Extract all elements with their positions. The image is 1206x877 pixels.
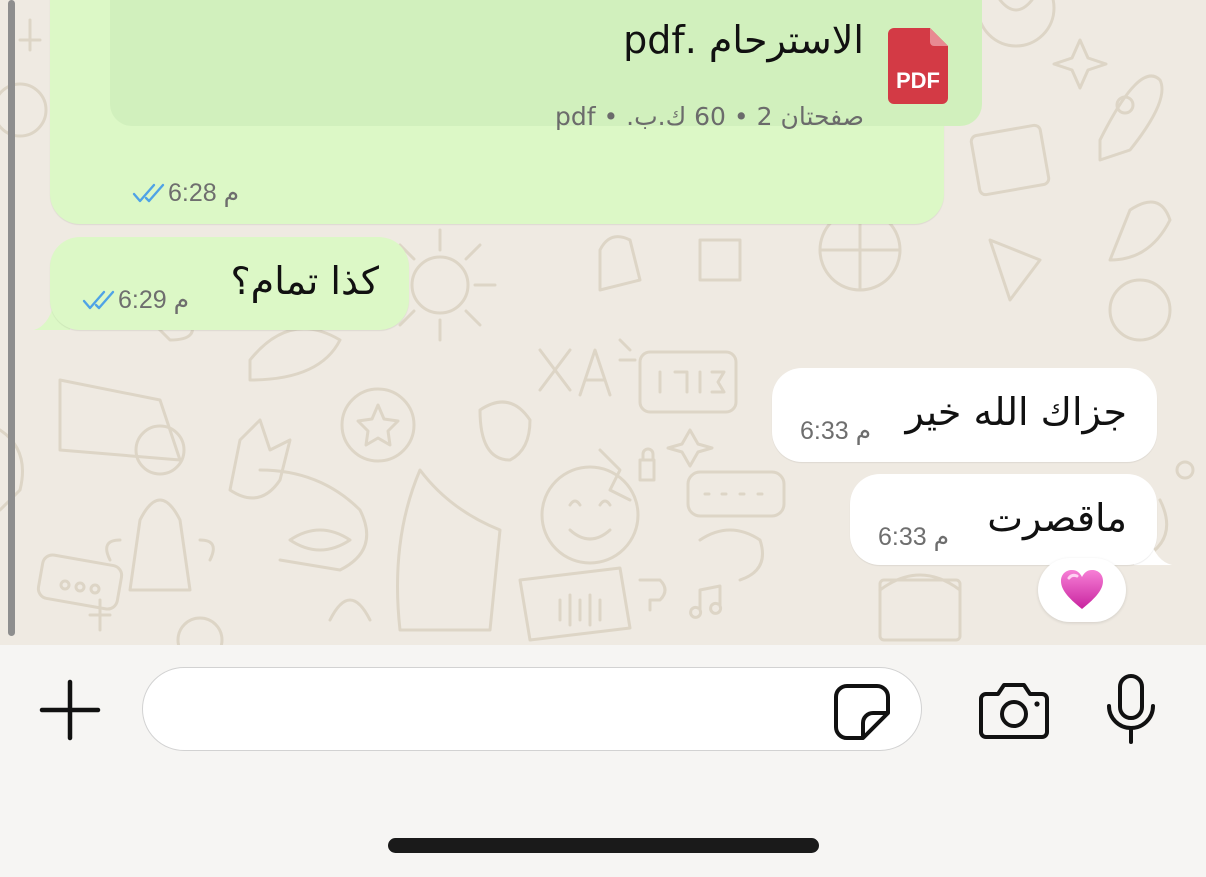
chat-area[interactable]: الاسترحام .pdf صفحتان 2 • 60 ك.ب. • pdf …: [0, 0, 1206, 645]
message-time: 6:33 م: [878, 523, 950, 551]
message-bubble-text[interactable]: كذا تمام؟ 6:29 م: [50, 237, 409, 330]
message-bubble-text[interactable]: ماقصرت 6:33 م: [850, 474, 1157, 565]
camera-icon: [979, 683, 1049, 739]
message-time: 6:28 م: [168, 179, 240, 207]
sticker-icon: [834, 684, 890, 740]
message-text: كذا تمام؟: [230, 259, 380, 303]
microphone-icon: [1107, 674, 1155, 744]
camera-button[interactable]: [978, 682, 1050, 740]
document-file-name: الاسترحام .pdf: [623, 18, 864, 62]
message-reaction[interactable]: [1038, 558, 1126, 622]
heart-reaction-icon: [1061, 570, 1103, 609]
sticker-button[interactable]: [833, 683, 891, 741]
scroll-indicator[interactable]: [8, 0, 15, 636]
voice-record-button[interactable]: [1104, 674, 1158, 746]
document-card[interactable]: الاسترحام .pdf صفحتان 2 • 60 ك.ب. • pdf …: [110, 0, 982, 131]
message-input-field[interactable]: [142, 667, 922, 752]
message-text: ماقصرت: [987, 496, 1127, 540]
message-bubble-document[interactable]: الاسترحام .pdf صفحتان 2 • 60 ك.ب. • pdf …: [50, 0, 982, 224]
read-ticks-icon: [132, 183, 165, 203]
message-time: 6:29 م: [118, 286, 190, 314]
pdf-label: PDF: [896, 68, 940, 93]
attach-plus-button[interactable]: [38, 678, 102, 742]
read-ticks-icon: [82, 290, 115, 310]
document-file-meta: صفحتان 2 • 60 ك.ب. • pdf: [554, 102, 864, 131]
message-bubble-text[interactable]: جزاك الله خير 6:33 م: [772, 368, 1157, 462]
plus-icon: [39, 679, 101, 741]
pdf-file-icon: PDF: [888, 28, 948, 104]
message-text: جزاك الله خير: [905, 390, 1127, 434]
home-indicator[interactable]: [388, 838, 819, 853]
message-time: 6:33 م: [800, 417, 872, 445]
message-input[interactable]: [167, 668, 831, 752]
